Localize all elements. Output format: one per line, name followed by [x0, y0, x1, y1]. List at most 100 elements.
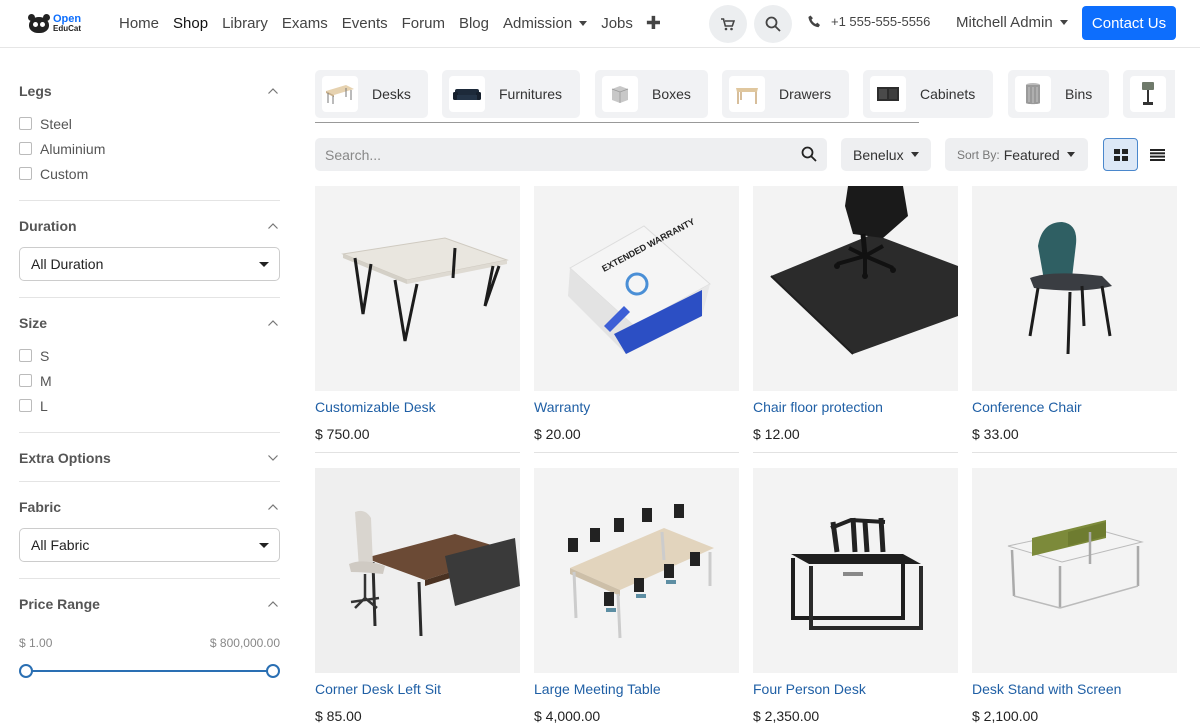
checkbox[interactable] — [19, 142, 32, 155]
product-name[interactable]: Four Person Desk — [753, 681, 958, 697]
category-scrollbar[interactable] — [315, 122, 919, 123]
option-label: S — [40, 347, 50, 364]
price-slider[interactable] — [19, 664, 280, 678]
product-image[interactable] — [753, 468, 958, 673]
filter-extra-options: Extra Options — [19, 433, 280, 482]
filter-price-header[interactable]: Price Range — [19, 594, 280, 614]
nav-exams[interactable]: Exams — [275, 15, 335, 32]
product-name[interactable]: Large Meeting Table — [534, 681, 739, 697]
bin-thumbnail — [1015, 76, 1051, 112]
filter-option[interactable]: Custom — [19, 161, 280, 186]
checkbox[interactable] — [19, 117, 32, 130]
price-slider-max-handle[interactable] — [266, 664, 280, 678]
nav-blog[interactable]: Blog — [452, 15, 496, 32]
product-image[interactable] — [972, 186, 1177, 391]
filter-option[interactable]: Steel — [19, 111, 280, 136]
list-view-button[interactable] — [1140, 138, 1175, 171]
product-card[interactable]: Large Meeting Table $ 4,000.00 — [534, 468, 739, 724]
checkbox[interactable] — [19, 399, 32, 412]
nav-jobs[interactable]: Jobs — [594, 15, 640, 32]
search-input[interactable] — [315, 138, 775, 171]
product-card[interactable]: Chair floor protection $ 12.00 — [753, 186, 958, 453]
filter-legs-header[interactable]: Legs — [19, 81, 280, 101]
filter-title: Extra Options — [19, 450, 111, 466]
filter-title: Duration — [19, 218, 77, 234]
nav-admission-dropdown[interactable]: Admission — [496, 15, 594, 32]
search-button[interactable] — [754, 5, 792, 43]
product-image[interactable] — [972, 468, 1177, 673]
filter-duration-header[interactable]: Duration — [19, 216, 280, 236]
category-carousel: Desks Furnitures Boxes Drawers Cabinets … — [315, 70, 1175, 124]
product-image[interactable] — [315, 468, 520, 673]
filter-size: Size S M L — [19, 298, 280, 433]
cart-button[interactable] — [709, 5, 747, 43]
category-boxes[interactable]: Boxes — [595, 70, 708, 118]
product-name[interactable]: Conference Chair — [972, 399, 1177, 415]
chevron-down-icon — [268, 455, 278, 461]
product-name[interactable]: Chair floor protection — [753, 399, 958, 415]
nav-events[interactable]: Events — [335, 15, 395, 32]
filter-size-header[interactable]: Size — [19, 313, 280, 333]
filter-fabric: Fabric All Fabric — [19, 482, 280, 579]
phone-icon — [808, 15, 820, 28]
caret-down-icon — [259, 542, 269, 548]
category-more[interactable] — [1123, 70, 1175, 118]
product-search — [315, 138, 827, 171]
product-image[interactable] — [315, 186, 520, 391]
product-name[interactable]: Desk Stand with Screen — [972, 681, 1177, 697]
category-drawers[interactable]: Drawers — [722, 70, 849, 118]
grid-icon — [1113, 148, 1128, 161]
category-furnitures[interactable]: Furnitures — [442, 70, 580, 118]
brand-logo[interactable]: Open EduCat — [28, 12, 81, 36]
product-name[interactable]: Customizable Desk — [315, 399, 520, 415]
category-cabinets[interactable]: Cabinets — [863, 70, 993, 118]
product-card[interactable]: Conference Chair $ 33.00 — [972, 186, 1177, 453]
product-price: $ 12.00 — [753, 426, 800, 442]
top-navbar: Open EduCat Home Shop Library Exams Even… — [0, 0, 1200, 48]
category-desks[interactable]: Desks — [315, 70, 428, 118]
filter-option[interactable]: M — [19, 368, 280, 393]
duration-select[interactable]: All Duration — [19, 247, 280, 281]
product-card[interactable]: EXTENDED WARRANTY Warranty $ 20.00 — [534, 186, 739, 453]
product-image[interactable]: EXTENDED WARRANTY — [534, 186, 739, 391]
product-image[interactable] — [534, 468, 739, 673]
checkbox[interactable] — [19, 167, 32, 180]
price-slider-min-handle[interactable] — [19, 664, 33, 678]
filter-extra-header[interactable]: Extra Options — [19, 448, 280, 468]
filter-fabric-header[interactable]: Fabric — [19, 497, 280, 517]
caret-down-icon — [579, 21, 588, 26]
product-card[interactable]: Desk Stand with Screen $ 2,100.00 — [972, 468, 1177, 724]
product-card[interactable]: Four Person Desk $ 2,350.00 — [753, 468, 958, 724]
plus-icon[interactable]: ✚ — [640, 13, 667, 34]
price-slider-track — [26, 670, 273, 672]
filter-title: Legs — [19, 83, 52, 99]
search-icon[interactable] — [801, 146, 817, 162]
caret-down-icon — [259, 261, 269, 267]
category-bins[interactable]: Bins — [1008, 70, 1109, 118]
nav-shop[interactable]: Shop — [166, 15, 215, 32]
product-image[interactable] — [753, 186, 958, 391]
filter-option[interactable]: Aluminium — [19, 136, 280, 161]
nav-library[interactable]: Library — [215, 15, 275, 32]
filter-option[interactable]: L — [19, 393, 280, 418]
nav-forum[interactable]: Forum — [395, 15, 452, 32]
nav-home[interactable]: Home — [112, 15, 166, 32]
sort-dropdown[interactable]: Sort By: Featured — [945, 138, 1088, 171]
product-card[interactable]: Corner Desk Left Sit $ 85.00 — [315, 468, 520, 724]
checkbox[interactable] — [19, 374, 32, 387]
pricelist-dropdown[interactable]: Benelux — [841, 138, 931, 171]
caret-down-icon — [1066, 152, 1075, 157]
search-icon — [765, 16, 781, 32]
fabric-select[interactable]: All Fabric — [19, 528, 280, 562]
select-value: All Duration — [31, 256, 104, 272]
phone-link[interactable]: +1 555-555-5556 — [808, 14, 930, 29]
product-card[interactable]: Customizable Desk $ 750.00 — [315, 186, 520, 453]
product-name[interactable]: Warranty — [534, 399, 739, 415]
grid-view-button[interactable] — [1103, 138, 1138, 171]
contact-us-button[interactable]: Contact Us — [1082, 6, 1176, 40]
caret-down-icon — [910, 152, 919, 157]
product-name[interactable]: Corner Desk Left Sit — [315, 681, 520, 697]
user-menu[interactable]: Mitchell Admin — [956, 14, 1068, 31]
filter-option[interactable]: S — [19, 343, 280, 368]
checkbox[interactable] — [19, 349, 32, 362]
